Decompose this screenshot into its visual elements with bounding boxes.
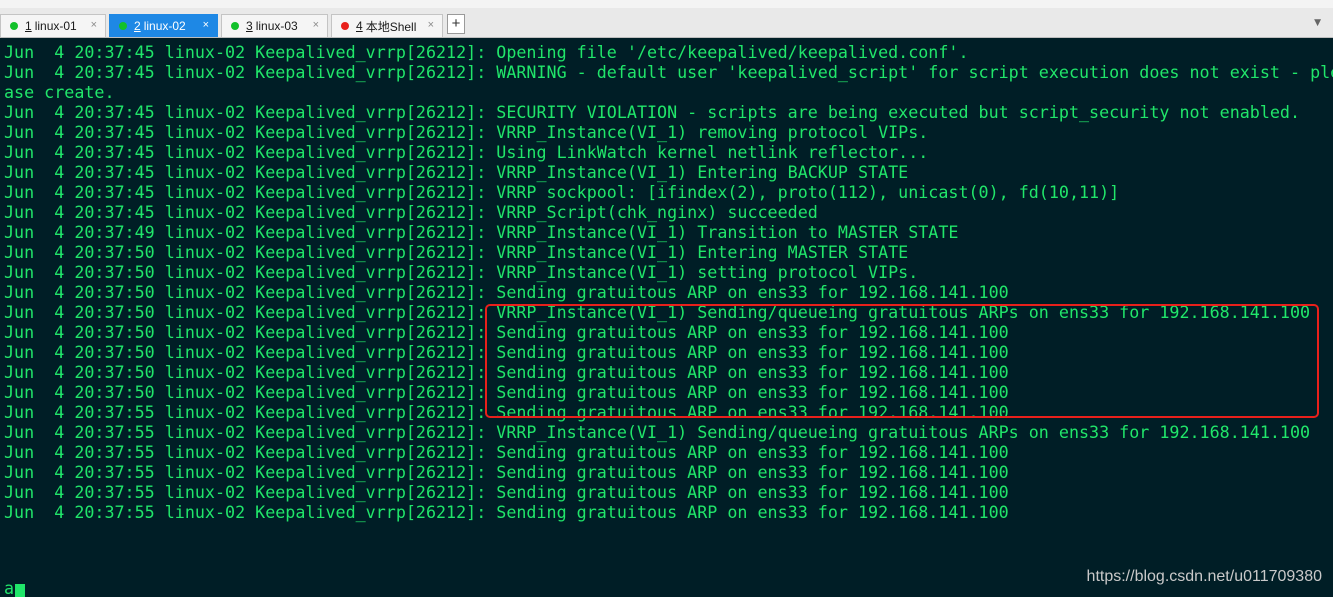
tab-label: linux-03: [255, 19, 298, 33]
prompt-input: a: [4, 578, 15, 597]
connection-status-icon: [10, 22, 18, 30]
tab-label: linux-02: [143, 19, 186, 33]
tab-linux-01[interactable]: 1 linux-01 ×: [0, 14, 106, 37]
tab-local-shell[interactable]: 4 本地Shell ×: [331, 14, 443, 37]
terminal-line: Jun 4 20:37:50 linux-02 Keepalived_vrrp[…: [4, 262, 919, 282]
session-tab-bar: 1 linux-01 × 2 linux-02 × 3 linux-03 × 4…: [0, 8, 1333, 38]
terminal-line: Jun 4 20:37:50 linux-02 Keepalived_vrrp[…: [4, 282, 1009, 302]
connection-status-icon: [341, 22, 349, 30]
close-icon[interactable]: ×: [428, 19, 434, 31]
terminal-line: Jun 4 20:37:55 linux-02 Keepalived_vrrp[…: [4, 502, 1009, 522]
terminal-line: Jun 4 20:37:45 linux-02 Keepalived_vrrp[…: [4, 142, 929, 162]
tab-number: 2: [134, 19, 141, 33]
close-icon[interactable]: ×: [91, 19, 97, 31]
new-tab-button[interactable]: +: [447, 14, 465, 34]
terminal-line: Jun 4 20:37:55 linux-02 Keepalived_vrrp[…: [4, 422, 1311, 442]
terminal-line: Jun 4 20:37:49 linux-02 Keepalived_vrrp[…: [4, 222, 959, 242]
tab-number: 4: [356, 19, 363, 33]
terminal-line: Jun 4 20:37:55 linux-02 Keepalived_vrrp[…: [4, 482, 1009, 502]
terminal-line: Jun 4 20:37:45 linux-02 Keepalived_vrrp[…: [4, 62, 1333, 82]
terminal-line: Jun 4 20:37:45 linux-02 Keepalived_vrrp[…: [4, 182, 1120, 202]
tab-linux-02[interactable]: 2 linux-02 ×: [109, 14, 218, 37]
close-icon[interactable]: ×: [203, 19, 209, 31]
chevron-down-icon[interactable]: ▼: [1314, 18, 1321, 28]
terminal-prompt[interactable]: a: [4, 578, 26, 597]
tab-label: 本地Shell: [365, 19, 417, 34]
window-title-strip: [0, 0, 1333, 8]
close-icon[interactable]: ×: [313, 19, 319, 31]
terminal-line: Jun 4 20:37:45 linux-02 Keepalived_vrrp[…: [4, 42, 969, 62]
watermark: https://blog.csdn.net/u011709380: [1086, 568, 1322, 585]
terminal-log: Jun 4 20:37:45 linux-02 Keepalived_vrrp[…: [4, 42, 1333, 522]
terminal-line: Jun 4 20:37:55 linux-02 Keepalived_vrrp[…: [4, 442, 1009, 462]
terminal-line: ase create.: [4, 82, 115, 102]
tab-linux-03[interactable]: 3 linux-03 ×: [221, 14, 328, 37]
connection-status-icon: [119, 22, 127, 30]
terminal-line: Jun 4 20:37:45 linux-02 Keepalived_vrrp[…: [4, 162, 909, 182]
tab-label: linux-01: [34, 19, 77, 33]
terminal-line: Jun 4 20:37:45 linux-02 Keepalived_vrrp[…: [4, 202, 818, 222]
terminal-line: Jun 4 20:37:45 linux-02 Keepalived_vrrp[…: [4, 122, 929, 142]
terminal-cursor: [15, 584, 26, 597]
terminal-line: Jun 4 20:37:45 linux-02 Keepalived_vrrp[…: [4, 102, 1301, 122]
connection-status-icon: [231, 22, 239, 30]
terminal-line: Jun 4 20:37:50 linux-02 Keepalived_vrrp[…: [4, 242, 909, 262]
terminal-line: Jun 4 20:37:55 linux-02 Keepalived_vrrp[…: [4, 462, 1009, 482]
tab-number: 3: [246, 19, 253, 33]
terminal-output[interactable]: Jun 4 20:37:45 linux-02 Keepalived_vrrp[…: [0, 38, 1333, 597]
tab-number: 1: [25, 19, 32, 33]
highlight-annotation: [485, 304, 1319, 418]
